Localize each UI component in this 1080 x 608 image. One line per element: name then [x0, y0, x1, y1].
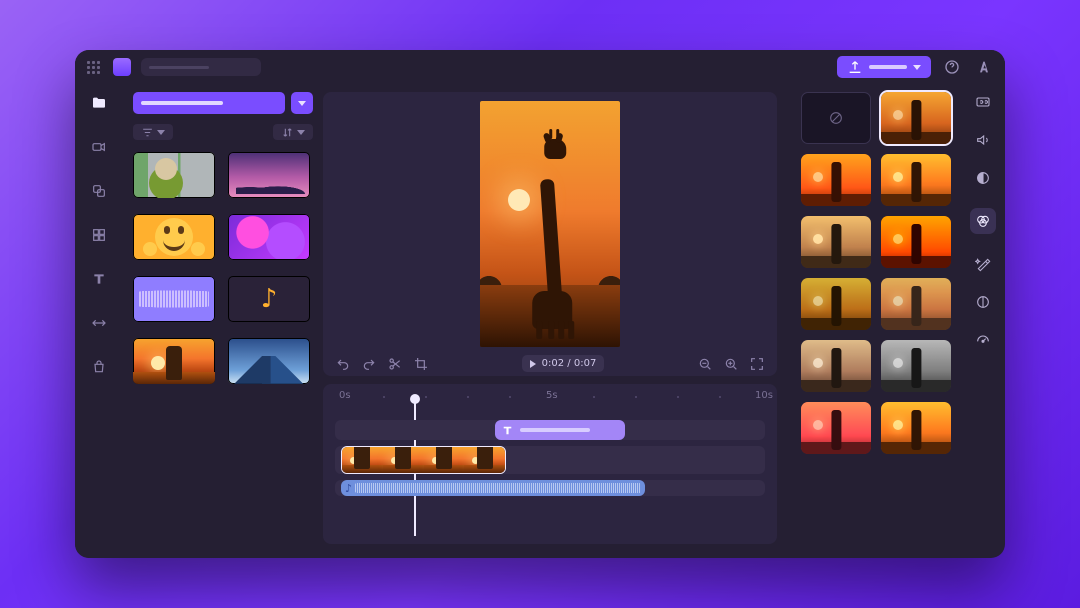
filter-thumb[interactable]	[881, 216, 951, 268]
zoom-out-button[interactable]	[697, 356, 713, 372]
rail-item-color[interactable]	[975, 170, 991, 186]
media-panel: ♪	[123, 84, 323, 558]
center-area: 0:02 / 0:07 0s 5s 10s	[323, 84, 791, 558]
rail-item-audio[interactable]	[975, 132, 991, 148]
playbar: 0:02 / 0:07	[323, 349, 777, 376]
chevron-down-icon	[913, 65, 921, 70]
ruler-label: 10s	[755, 390, 773, 401]
ruler-label: 0s	[339, 390, 351, 401]
media-thumb[interactable]	[228, 214, 310, 260]
filter-thumb[interactable]	[801, 216, 871, 268]
import-media-dropdown[interactable]	[291, 92, 313, 114]
rail-item-filters[interactable]	[970, 208, 996, 234]
titlebar: Export	[75, 50, 1005, 84]
help-button[interactable]	[941, 56, 963, 78]
timeline[interactable]: 0s 5s 10s	[323, 384, 777, 544]
filter-thumb[interactable]	[881, 402, 951, 454]
playback-time: 0:02 / 0:07	[542, 358, 597, 369]
media-thumb[interactable]	[133, 276, 215, 322]
app-logo-icon	[113, 58, 131, 76]
media-thumb[interactable]	[133, 152, 215, 198]
sidebar-item-brand-kit[interactable]	[88, 356, 110, 378]
text-style-button[interactable]	[973, 56, 995, 78]
play-button[interactable]: 0:02 / 0:07	[522, 355, 605, 372]
play-icon	[530, 360, 536, 368]
sidebar-item-content-library[interactable]	[88, 180, 110, 202]
preview-canvas[interactable]	[480, 101, 620, 347]
main: ♪	[75, 84, 1005, 558]
sidebar-item-templates[interactable]	[88, 224, 110, 246]
media-filter-dropdown[interactable]	[133, 124, 173, 140]
app-window: Export	[75, 50, 1005, 558]
filter-thumb[interactable]	[881, 154, 951, 206]
video-clip[interactable]	[341, 446, 506, 474]
export-label: Export	[869, 65, 907, 69]
timeline-ruler[interactable]: 0s 5s 10s	[335, 390, 765, 408]
split-button[interactable]	[387, 356, 403, 372]
rail-item-speed[interactable]	[975, 332, 991, 348]
preview-stage: 0:02 / 0:07	[323, 92, 777, 376]
text-clip[interactable]	[495, 420, 625, 440]
media-thumb[interactable]	[133, 338, 215, 384]
redo-button[interactable]	[361, 356, 377, 372]
upload-icon	[847, 59, 863, 75]
filter-thumb[interactable]	[801, 278, 871, 330]
filter-thumb[interactable]	[801, 402, 871, 454]
undo-button[interactable]	[335, 356, 351, 372]
sidebar-item-text[interactable]	[88, 268, 110, 290]
filter-thumb[interactable]	[881, 92, 951, 144]
media-thumb[interactable]	[228, 338, 310, 384]
filter-thumb[interactable]	[881, 340, 951, 392]
rail-item-effects[interactable]	[975, 256, 991, 272]
sidebar-item-your-media[interactable]	[88, 92, 110, 114]
ruler-label: 5s	[546, 390, 558, 401]
fit-button[interactable]	[749, 356, 765, 372]
music-icon: ♪	[345, 482, 352, 495]
filter-none[interactable]	[801, 92, 871, 144]
rail-item-adjust[interactable]	[975, 294, 991, 310]
media-thumb[interactable]	[228, 152, 310, 198]
project-title-input[interactable]	[141, 58, 261, 76]
import-media-button[interactable]	[133, 92, 285, 114]
apps-grip-icon[interactable]	[85, 59, 101, 75]
audio-clip[interactable]: ♪	[341, 480, 645, 496]
rail-item-captions[interactable]	[975, 94, 991, 110]
sidebar-item-transitions[interactable]	[88, 312, 110, 334]
filter-thumb[interactable]	[801, 340, 871, 392]
left-rail	[75, 84, 123, 558]
media-thumb[interactable]	[133, 214, 215, 260]
sidebar-item-record[interactable]	[88, 136, 110, 158]
zoom-in-button[interactable]	[723, 356, 739, 372]
text-icon	[501, 424, 514, 437]
right-rail	[961, 84, 1005, 558]
filter-thumb[interactable]	[881, 278, 951, 330]
media-thumb[interactable]: ♪	[228, 276, 310, 322]
filters-panel	[791, 84, 961, 558]
media-sort-dropdown[interactable]	[273, 124, 313, 140]
export-button[interactable]: Export	[837, 56, 931, 78]
filter-thumb[interactable]	[801, 154, 871, 206]
crop-button[interactable]	[413, 356, 429, 372]
